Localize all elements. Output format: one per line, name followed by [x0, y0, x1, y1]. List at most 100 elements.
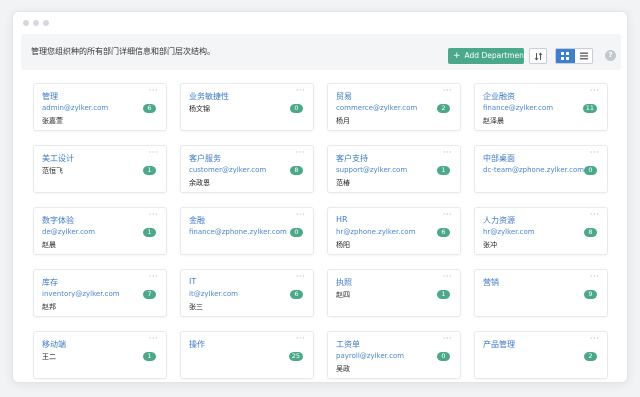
department-card[interactable]: 移动端 王二 ··· 1 — [33, 331, 167, 379]
more-options-icon[interactable]: ··· — [443, 272, 452, 281]
member-count-badge: 2 — [584, 352, 597, 361]
department-email[interactable]: hr@zphone.zylker.com — [336, 228, 415, 236]
department-card[interactable]: 业务敏捷性杨文锦 ··· 0 — [180, 83, 314, 131]
list-view-button[interactable] — [575, 49, 592, 63]
department-card[interactable]: 客户支持 support@zylker.com 范椿 ··· 1 — [327, 145, 461, 193]
department-head: 范椿 — [336, 179, 350, 187]
department-card[interactable]: 人力资源 hr@zylker.com 张冲 ··· 8 — [474, 207, 608, 255]
department-card[interactable]: IT it@zylker.com 张三 ··· 6 — [180, 269, 314, 317]
more-options-icon[interactable]: ··· — [149, 272, 158, 281]
department-card[interactable]: 工资单 payroll@zylker.com 吴政 ··· 0 — [327, 331, 461, 379]
grid-view-button[interactable] — [556, 49, 575, 63]
department-email[interactable]: hr@zylker.com — [483, 228, 535, 236]
department-email[interactable]: support@zylker.com — [336, 166, 407, 174]
department-card[interactable]: 企业融资 finance@zylker.com 赵泽晨 ··· 11 — [474, 83, 608, 131]
member-count-badge: 9 — [584, 290, 597, 299]
department-name[interactable]: 企业融资 — [483, 91, 515, 102]
add-department-button[interactable]: + Add Department — [448, 48, 527, 64]
department-card[interactable]: 产品管理 ··· 2 — [474, 331, 608, 379]
department-card[interactable]: 金融 finance@zphone.zylker.com ··· 0 — [180, 207, 314, 255]
department-email[interactable]: finance@zylker.com — [483, 104, 553, 112]
sort-button[interactable] — [529, 48, 547, 64]
more-options-icon[interactable]: ··· — [590, 86, 599, 95]
department-name[interactable]: 产品管理 — [483, 339, 515, 350]
department-name[interactable]: 移动端 — [42, 339, 66, 350]
more-options-icon[interactable]: ··· — [149, 334, 158, 343]
department-name[interactable]: 数字体验 — [42, 215, 74, 226]
department-email[interactable]: payroll@zylker.com — [336, 352, 404, 360]
member-count-badge: 2 — [437, 104, 450, 113]
department-card[interactable]: HR hr@zphone.zylker.com 杨阳 ··· 6 — [327, 207, 461, 255]
member-count-badge: 1 — [143, 228, 156, 237]
department-card[interactable]: 数字体验 de@zylker.com 赵晨 ··· 1 — [33, 207, 167, 255]
department-name[interactable]: 贸易 — [336, 91, 352, 102]
department-email[interactable]: commerce@zylker.com — [336, 104, 417, 112]
department-card[interactable]: 贸易 commerce@zylker.com 杨月 ··· 2 — [327, 83, 461, 131]
plus-icon: + — [453, 51, 461, 61]
more-options-icon[interactable]: ··· — [296, 210, 305, 219]
more-options-icon[interactable]: ··· — [296, 148, 305, 157]
department-email[interactable]: dc-team@zphone.zylker.com — [483, 166, 584, 174]
view-toggle — [555, 48, 593, 64]
department-name[interactable]: 执照 — [336, 277, 352, 288]
more-options-icon[interactable]: ··· — [443, 148, 452, 157]
page-description: 管理您组织种的所有部门详细信息和部门层次结构。 — [31, 47, 215, 56]
help-icon[interactable]: ? — [605, 50, 616, 61]
more-options-icon[interactable]: ··· — [149, 210, 158, 219]
department-name[interactable]: 营销 — [483, 277, 499, 288]
department-head: 杨月 — [336, 117, 350, 125]
more-options-icon[interactable]: ··· — [149, 148, 158, 157]
more-options-icon[interactable]: ··· — [296, 86, 305, 95]
more-options-icon[interactable]: ··· — [296, 272, 305, 281]
department-card[interactable]: 客户服务 customer@zylker.com 余政恩 ··· 8 — [180, 145, 314, 193]
department-name[interactable]: 中部桌面 — [483, 153, 515, 164]
department-name[interactable]: 金融 — [189, 215, 205, 226]
member-count-badge: 0 — [290, 104, 303, 113]
grid-icon — [561, 52, 569, 60]
department-name[interactable]: 人力资源 — [483, 215, 515, 226]
more-options-icon[interactable]: ··· — [443, 86, 452, 95]
department-email[interactable]: de@zylker.com — [42, 228, 95, 236]
department-head: 杨文锦 — [189, 105, 210, 113]
more-options-icon[interactable]: ··· — [590, 148, 599, 157]
department-card[interactable]: 库存 inventory@zylker.com 赵邦 ··· 7 — [33, 269, 167, 317]
add-department-label: Add Department — [464, 51, 527, 60]
window-control-dot[interactable] — [43, 20, 49, 26]
department-card[interactable]: 执照 赵四 ··· 1 — [327, 269, 461, 317]
window-control-dot[interactable] — [23, 20, 29, 26]
member-count-badge: 1 — [143, 352, 156, 361]
more-options-icon[interactable]: ··· — [149, 86, 158, 95]
more-options-icon[interactable]: ··· — [443, 334, 452, 343]
department-name[interactable]: 操作 — [189, 339, 205, 350]
department-card[interactable]: 营销 ··· 9 — [474, 269, 608, 317]
department-head: 范恒飞 — [42, 167, 63, 175]
more-options-icon[interactable]: ··· — [443, 210, 452, 219]
department-card[interactable]: 美工设计 范恒飞 ··· 1 — [33, 145, 167, 193]
department-name[interactable]: 库存 — [42, 277, 58, 288]
department-card[interactable]: 操作 ··· 25 — [180, 331, 314, 379]
department-email[interactable]: customer@zylker.com — [189, 166, 266, 174]
department-email[interactable]: finance@zphone.zylker.com — [189, 228, 287, 236]
more-options-icon[interactable]: ··· — [296, 334, 305, 343]
department-name[interactable]: 工资单 — [336, 339, 360, 350]
department-head: 张嘉萱 — [42, 117, 63, 125]
window-control-dot[interactable] — [33, 20, 39, 26]
more-options-icon[interactable]: ··· — [590, 210, 599, 219]
title-bar — [13, 12, 627, 34]
member-count-badge: 1 — [437, 290, 450, 299]
department-card[interactable]: 管理 admin@zylker.com 张嘉萱 ··· 6 — [33, 83, 167, 131]
department-name[interactable]: HR — [336, 215, 348, 224]
more-options-icon[interactable]: ··· — [590, 272, 599, 281]
department-name[interactable]: IT — [189, 277, 196, 286]
department-email[interactable]: it@zylker.com — [189, 290, 238, 298]
more-options-icon[interactable]: ··· — [590, 334, 599, 343]
department-card[interactable]: 中部桌面 dc-team@zphone.zylker.com ··· 0 — [474, 145, 608, 193]
department-name[interactable]: 业务敏捷性 — [189, 91, 229, 102]
department-name[interactable]: 客户服务 — [189, 153, 221, 164]
department-email[interactable]: admin@zylker.com — [42, 104, 108, 112]
department-name[interactable]: 美工设计 — [42, 153, 74, 164]
department-name[interactable]: 管理 — [42, 91, 58, 102]
department-email[interactable]: inventory@zylker.com — [42, 290, 120, 298]
department-head: 赵泽晨 — [483, 117, 504, 125]
department-name[interactable]: 客户支持 — [336, 153, 368, 164]
